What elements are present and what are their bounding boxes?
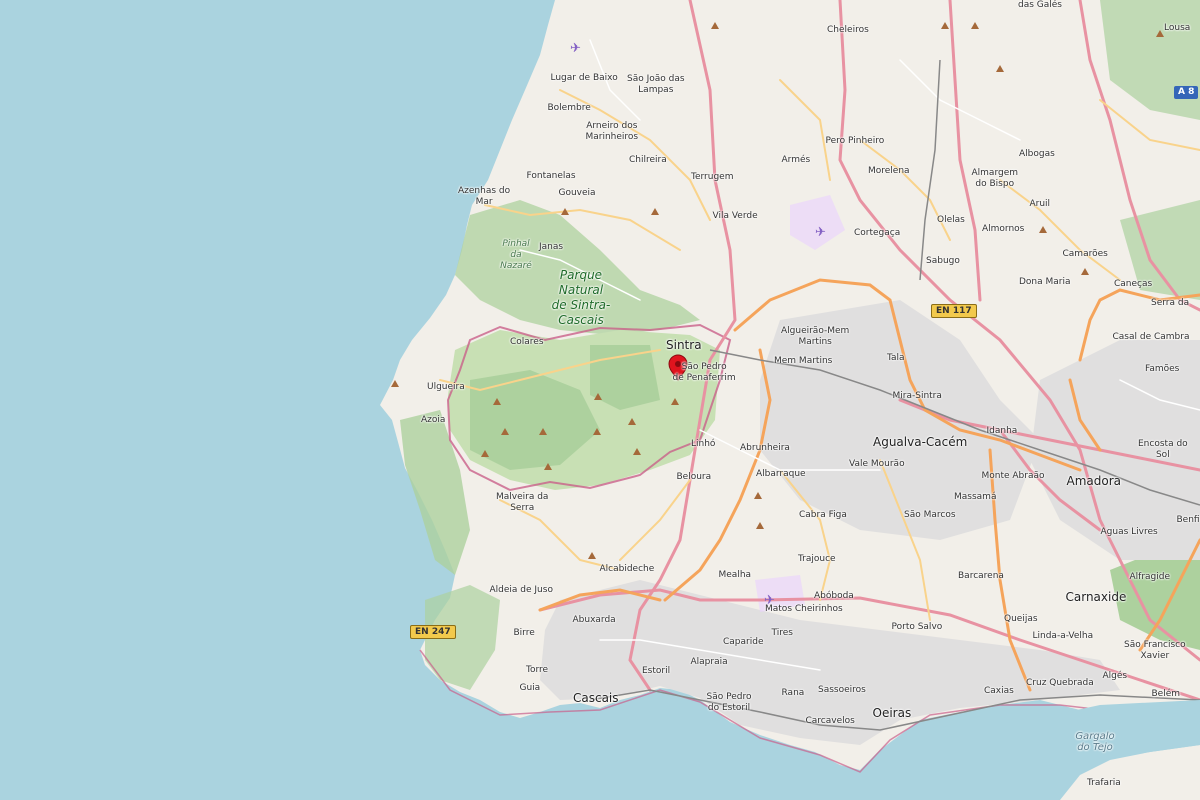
forest-label: Pinhal da Nazaré: [500, 239, 532, 271]
place-label: Idanha: [986, 425, 1018, 436]
place-label: Barcarena: [958, 570, 1004, 581]
place-label: Sintra: [666, 337, 702, 352]
place-label: Porto Salvo: [891, 621, 943, 632]
place-label: Cortegaça: [854, 227, 901, 238]
road-shield-en247: EN 247: [410, 625, 456, 639]
place-label: Dona Maria: [1019, 276, 1071, 287]
place-label: São Pedro de Penaferrim: [672, 362, 736, 383]
place-label: Linda-a-Velha: [1032, 630, 1094, 641]
map-canvas[interactable]: ✈ ✈ ✈: [0, 0, 1200, 800]
place-label: Abóboda: [814, 590, 854, 601]
place-label: Caneças: [1114, 278, 1153, 289]
place-label: Agualva-Cacém: [873, 434, 968, 449]
place-label: Alapraia: [690, 656, 728, 667]
place-label: Trafaria: [1087, 777, 1121, 788]
place-label: Chilreira: [629, 154, 667, 165]
place-label: Azoia: [421, 414, 446, 425]
place-label: Colares: [510, 336, 544, 347]
place-label: Albarraque: [756, 468, 806, 479]
place-label: Trajouce: [798, 553, 836, 564]
place-label: Linhó: [691, 438, 716, 449]
place-label: Armés: [781, 154, 811, 165]
place-label: Guia: [519, 682, 541, 693]
place-label: Albogas: [1019, 148, 1055, 159]
place-label: Alcabideche: [599, 563, 655, 574]
place-label: Abrunheira: [740, 442, 790, 453]
park-label: Parque Natural de Sintra- Cascais: [551, 268, 611, 327]
place-label: Arneiro dos Marinheiros: [585, 121, 639, 142]
place-label: Morelena: [868, 165, 910, 176]
place-label: Matos Cheirinhos: [765, 603, 843, 614]
place-label: Caxias: [984, 685, 1014, 696]
svg-text:✈: ✈: [570, 41, 581, 56]
place-label: Abuxarda: [572, 614, 616, 625]
place-label: Terrugem: [691, 171, 734, 182]
place-label: Beloura: [676, 471, 712, 482]
place-label: Sabugo: [926, 255, 960, 266]
place-label: Lugar de Baixo: [550, 72, 618, 83]
place-label: Casal de Cambra: [1112, 331, 1190, 342]
place-label: Vila Verde: [712, 210, 758, 221]
place-label: Malveira da Serra: [496, 492, 549, 513]
place-label: Aldeia de Juso: [489, 584, 553, 595]
place-label: Tires: [771, 627, 793, 638]
place-label: Cascais: [573, 690, 619, 705]
place-label: Aruil: [1029, 198, 1051, 209]
place-label: Lousa: [1164, 22, 1191, 33]
place-label: Vale Mourão: [849, 458, 905, 469]
place-label: Mem Martins: [774, 355, 833, 366]
water-label: Gargalo do Tejo: [1075, 731, 1115, 753]
place-label: Cabra Figa: [799, 509, 847, 520]
place-label: São João das Lampas: [627, 74, 685, 95]
place-label: Cruz Quebrada: [1026, 677, 1094, 688]
place-label: Sassoeiros: [818, 684, 866, 695]
place-label: Encosta do Sol: [1138, 439, 1188, 460]
place-label: Oeiras: [872, 705, 912, 720]
place-label: Algueirão-Mem Martins: [781, 326, 850, 347]
place-label: Estoril: [642, 665, 671, 676]
road-shield-a8: A 8: [1174, 86, 1199, 99]
place-label: Almargem do Bispo: [971, 168, 1019, 189]
place-label: São Pedro do Estoril: [706, 692, 752, 713]
place-label: Famões: [1145, 363, 1180, 374]
place-label: Caparide: [723, 636, 764, 647]
place-label: Alfragide: [1129, 571, 1171, 582]
place-label: Belém: [1151, 688, 1181, 699]
place-label: das Galés: [1018, 0, 1062, 10]
place-label: Fontanelas: [526, 170, 576, 181]
svg-text:✈: ✈: [815, 225, 826, 240]
place-label: Carnaxide: [1065, 589, 1127, 604]
place-label: Queijas: [1004, 613, 1038, 624]
place-label: Serra da: [1151, 297, 1190, 308]
place-label: Janas: [539, 241, 564, 252]
forest-penaferrim: [590, 345, 660, 410]
place-label: Almornos: [982, 223, 1025, 234]
place-label: Torre: [526, 664, 549, 675]
place-label: Amadora: [1066, 473, 1122, 488]
place-label: Ulgueira: [427, 381, 465, 392]
place-label: Azenhas do Mar: [458, 186, 511, 207]
place-label: Rana: [781, 687, 805, 698]
place-label: Carcavelos: [805, 715, 855, 726]
place-label: São Marcos: [904, 509, 956, 520]
place-label: Olelas: [937, 214, 965, 225]
place-label: Birre: [513, 627, 535, 638]
place-label: Gouveia: [558, 187, 596, 198]
map-viewport[interactable]: ✈ ✈ ✈ Cheleiros das Galés Lousa Lugar de Ba…: [0, 0, 1200, 800]
road-shield-en117: EN 117: [931, 304, 977, 318]
place-label: Pero Pinheiro: [825, 135, 885, 146]
place-label: Aguas Livres: [1100, 526, 1158, 537]
place-label: Tala: [887, 352, 905, 363]
place-label: Massamá: [954, 491, 997, 502]
place-label: Mira-Sintra: [892, 390, 942, 401]
place-label: Bolembre: [547, 102, 591, 113]
place-label: Mealha: [718, 569, 752, 580]
place-label: Cheleiros: [827, 24, 869, 35]
place-label: Benfi: [1176, 514, 1200, 525]
place-label: Camarões: [1062, 248, 1108, 259]
place-label: São Francisco Xavier: [1124, 640, 1186, 661]
place-label: Algés: [1102, 670, 1128, 681]
place-label: Monte Abraão: [981, 470, 1045, 481]
